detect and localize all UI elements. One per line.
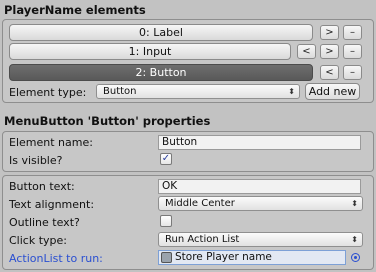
is-visible-checkbox[interactable]: ✓	[160, 153, 172, 165]
properties-panel-bottom: Button text: OK Text alignment: Middle C…	[2, 175, 374, 270]
button-text-field[interactable]: OK	[158, 179, 361, 194]
is-visible-label: Is visible?	[9, 154, 63, 167]
delete-button-1[interactable]: –	[343, 44, 362, 59]
button-text-label: Button text:	[9, 180, 75, 193]
text-alignment-dropdown[interactable]: Middle Center ⬍	[158, 196, 363, 211]
click-type-dropdown[interactable]: Run Action List ⬍	[158, 232, 363, 247]
actionlist-object-field[interactable]: Store Player name	[158, 250, 346, 265]
element-item-2[interactable]: 2: Button	[9, 64, 313, 81]
updown-arrow-icon: ⬍	[288, 87, 295, 96]
move-up-button-2[interactable]: <	[320, 65, 339, 80]
object-picker-icon	[161, 252, 172, 263]
move-down-button-1[interactable]: >	[320, 44, 339, 59]
element-name-label: Element name:	[9, 136, 93, 149]
element-type-value: Button	[103, 86, 137, 97]
outline-text-label: Outline text?	[9, 216, 80, 229]
element-name-field[interactable]: Button	[158, 135, 361, 150]
properties-section-title: MenuButton 'Button' properties	[4, 114, 211, 128]
properties-panel-top: Element name: Button Is visible? ✓	[2, 131, 374, 172]
delete-button-0[interactable]: –	[343, 25, 362, 40]
element-type-dropdown[interactable]: Button ⬍	[96, 84, 300, 99]
elements-section-title: PlayerName elements	[4, 3, 146, 17]
element-type-label: Element type:	[9, 86, 87, 99]
click-type-value: Run Action List	[165, 234, 240, 245]
text-alignment-label: Text alignment:	[9, 198, 95, 211]
add-new-button[interactable]: Add new	[305, 83, 360, 100]
text-alignment-value: Middle Center	[165, 198, 235, 209]
checkmark-icon: ✓	[161, 153, 171, 164]
actionlist-label: ActionList to run:	[9, 252, 103, 265]
delete-button-2[interactable]: –	[343, 65, 362, 80]
updown-arrow-icon: ⬍	[351, 235, 358, 244]
element-item-0[interactable]: 0: Label	[9, 24, 313, 41]
outline-text-checkbox[interactable]	[160, 215, 172, 227]
move-up-button-1[interactable]: <	[297, 44, 316, 59]
target-circle-icon[interactable]	[351, 253, 360, 262]
updown-arrow-icon: ⬍	[351, 199, 358, 208]
element-item-1[interactable]: 1: Input	[9, 43, 291, 60]
move-down-button-0[interactable]: >	[320, 25, 339, 40]
click-type-label: Click type:	[9, 234, 67, 247]
elements-panel: 0: Label > – 1: Input < > – 2: Button < …	[2, 19, 374, 103]
actionlist-value: Store Player name	[175, 251, 272, 263]
